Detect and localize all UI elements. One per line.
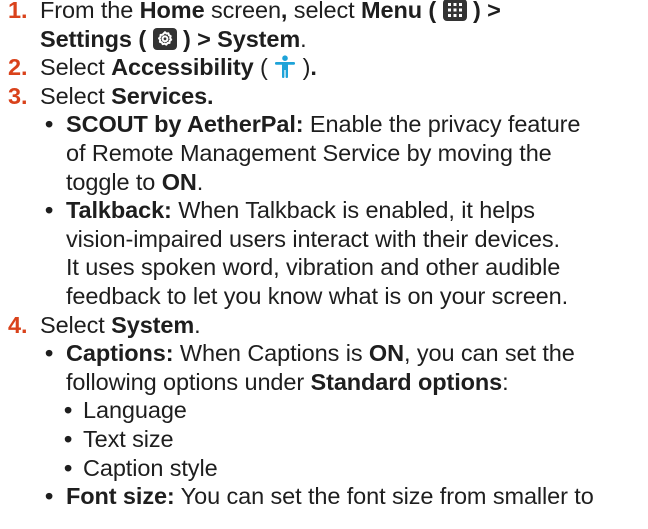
standard-options-label: Standard options — [310, 368, 503, 395]
system-label: System — [217, 25, 301, 52]
menu-grid-icon — [442, 0, 467, 21]
services-label: Services. — [111, 82, 214, 109]
list-item-scout: • SCOUT by AetherPal: Enable the privacy… — [45, 111, 581, 138]
bullet: • — [45, 111, 54, 138]
instructions-document: 1. From the Home screen, select Menu ( )… — [8, 0, 644, 515]
list-item-talkback: • Talkback: When Talkback is enabled, it… — [45, 197, 535, 224]
settings-gear-icon — [152, 27, 177, 50]
list-item-scout-cont: of Remote Management Service by moving t… — [66, 139, 552, 166]
settings-label: Settings — [40, 25, 132, 52]
list-item-scout-cont: toggle to ON. — [66, 168, 204, 195]
list-item-talkback-cont: feedback to let you know what is on your… — [66, 282, 569, 309]
system-label: System — [111, 311, 195, 338]
step-number: 1. — [8, 0, 28, 23]
bullet: • — [45, 483, 54, 510]
bullet: • — [45, 340, 54, 367]
step-1-line-2: Settings ( ) > System. — [40, 25, 307, 52]
font-size-term: Font size: — [66, 483, 175, 510]
step-1-line-1: 1. From the Home screen, select Menu ( )… — [8, 0, 644, 25]
step-3-line: 3. Select Services. — [8, 82, 214, 109]
list-item-option: • Language — [64, 397, 187, 424]
bullet: • — [64, 454, 73, 481]
step-number: 2. — [8, 54, 28, 81]
list-item-option: • Caption style — [64, 454, 218, 481]
menu-label: Menu — [361, 0, 422, 23]
list-item-captions: • Captions: When Captions is ON, you can… — [45, 340, 575, 367]
step-2-line: 2. Select Accessibility ( ). — [8, 54, 317, 81]
bullet: • — [64, 397, 73, 424]
step-number: 3. — [8, 82, 28, 109]
list-item-talkback-cont: It uses spoken word, vibration and other… — [66, 254, 561, 281]
scout-term: SCOUT by AetherPal: — [66, 111, 304, 138]
captions-term: Captions: — [66, 340, 174, 367]
list-item-option: • Text size — [64, 425, 174, 452]
list-item-font-size: • Font size: You can set the font size f… — [45, 483, 594, 510]
bullet: • — [45, 197, 54, 224]
home-label: Home — [139, 0, 205, 23]
step-number: 4. — [8, 311, 28, 338]
bullet: • — [64, 425, 73, 452]
list-item-talkback-cont: vision-impaired users interact with thei… — [66, 225, 560, 252]
accessibility-label: Accessibility — [111, 54, 254, 81]
accessibility-icon — [274, 55, 296, 79]
list-item-captions-cont: following options under Standard options… — [66, 368, 509, 395]
talkback-term: Talkback: — [66, 197, 172, 224]
step-4-line: 4. Select System. — [8, 311, 201, 338]
